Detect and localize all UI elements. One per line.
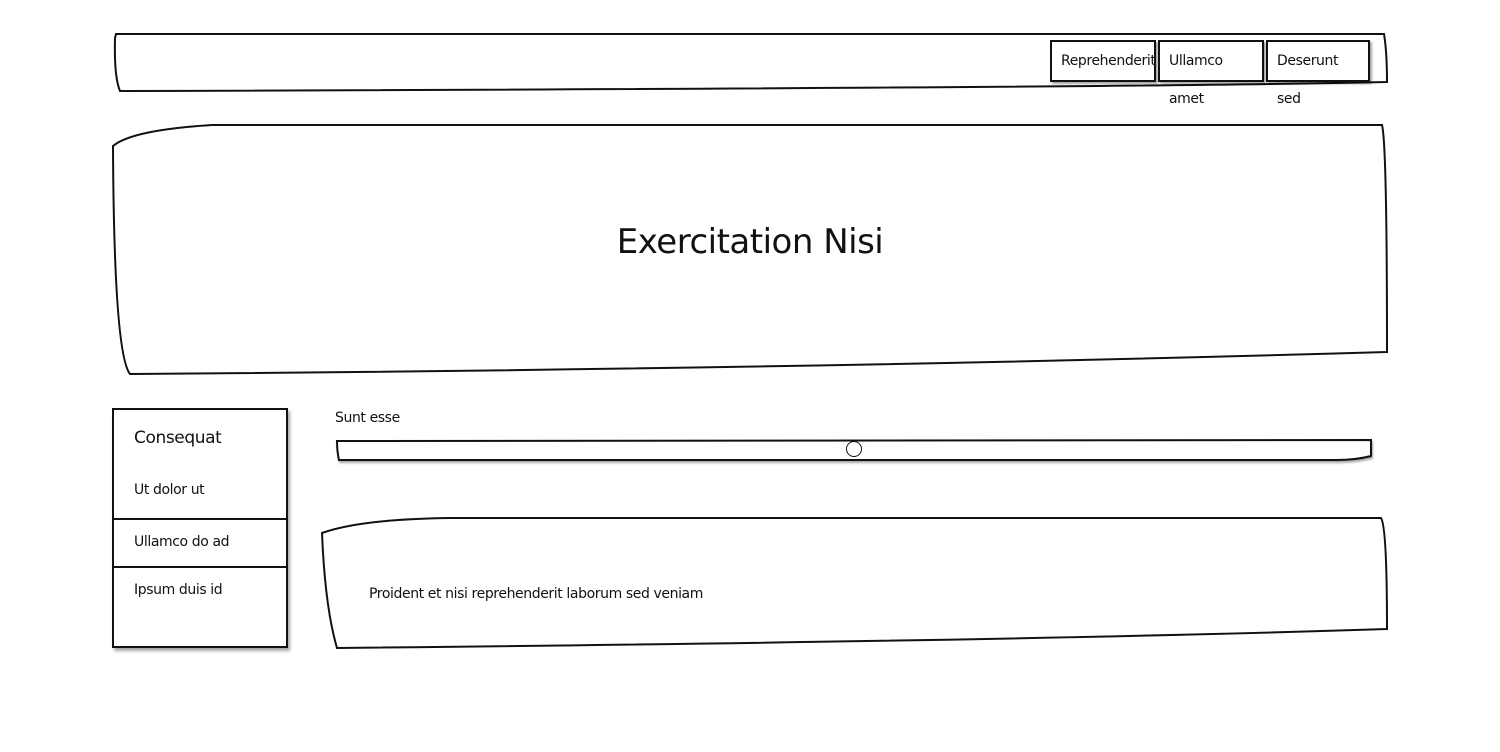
header-bar: Reprehenderit Ullamco amet Deserunt sed (112, 32, 1389, 107)
nav-buttons: Reprehenderit Ullamco amet Deserunt sed (1050, 40, 1370, 107)
nav-button-label: Ullamco amet (1169, 53, 1223, 107)
hero-title: Exercitation Nisi (616, 222, 884, 262)
sidebar-menu: Consequat Ut dolor ut Ullamco do ad Ipsu… (112, 408, 288, 648)
sidebar-item-ullamco-do-ad[interactable]: Ullamco do ad (114, 518, 286, 570)
sidebar-heading: Consequat (134, 428, 222, 448)
page: Reprehenderit Ullamco amet Deserunt sed … (0, 0, 1500, 752)
nav-button-ullamco-amet[interactable]: Ullamco amet (1158, 40, 1264, 107)
nav-button-reprehenderit[interactable]: Reprehenderit (1050, 40, 1156, 82)
nav-button-deserunt-sed[interactable]: Deserunt sed (1266, 40, 1370, 107)
slider-label: Sunt esse (335, 410, 400, 426)
sidebar-item-label: Ullamco do ad (134, 534, 230, 550)
nav-button-label: Reprehenderit (1061, 53, 1156, 69)
sidebar-item-label: Ipsum duis id (134, 582, 223, 598)
text-panel-frame (320, 517, 1389, 650)
slider-thumb[interactable] (846, 441, 862, 457)
hero-panel: Exercitation Nisi (111, 124, 1389, 376)
sidebar-item-ut-dolor-ut[interactable]: Ut dolor ut (114, 468, 286, 518)
sidebar-item-ipsum-duis-id[interactable]: Ipsum duis id (114, 566, 286, 618)
text-panel-content: Proident et nisi reprehenderit laborum s… (369, 586, 703, 602)
text-panel: Proident et nisi reprehenderit laborum s… (320, 517, 1389, 650)
sidebar-item-label: Ut dolor ut (134, 482, 205, 498)
nav-button-label: Deserunt sed (1277, 53, 1339, 107)
